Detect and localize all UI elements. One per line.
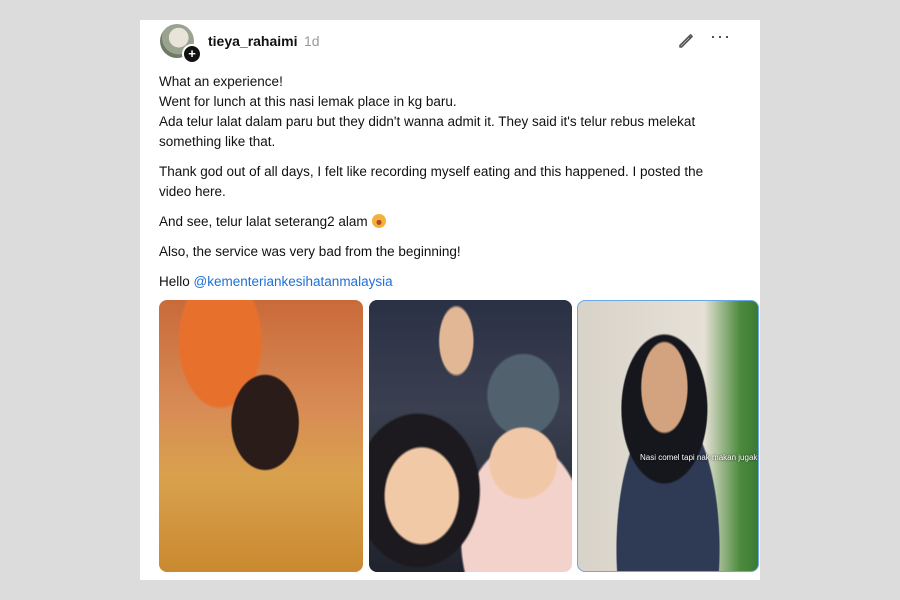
paragraph-text: Also, the service was very bad from the … <box>159 244 461 259</box>
more-options-icon[interactable]: ··· <box>710 26 731 47</box>
paragraph-text: What an experience! Went for lunch at th… <box>159 74 696 149</box>
photo-caption: Nasi comel tapi nak makan jugak <box>640 453 758 462</box>
post-card: + tieya_rahaimi 1d ··· What an experienc… <box>140 20 760 580</box>
photo-group-selfie[interactable] <box>369 300 572 572</box>
mention-link[interactable]: @kementeriankesihatanmalaysia <box>194 274 393 289</box>
hello-text: Hello <box>159 274 190 289</box>
username[interactable]: tieya_rahaimi <box>208 33 298 49</box>
post-header: + tieya_rahaimi 1d ··· <box>140 20 760 64</box>
post-paragraph-5: Hello @kementeriankesihatanmalaysia <box>159 272 739 292</box>
follow-plus-icon[interactable]: + <box>182 44 202 64</box>
post-paragraph-2: Thank god out of all days, I felt like r… <box>159 162 739 202</box>
pencil-icon[interactable] <box>676 31 696 51</box>
photo-food-closeup[interactable] <box>159 300 363 572</box>
photo-gallery: Nasi comel tapi nak makan jugak <box>159 300 759 572</box>
photo-selfie-hijab[interactable]: Nasi comel tapi nak makan jugak <box>577 300 759 572</box>
post-paragraph-1: What an experience! Went for lunch at th… <box>159 72 739 152</box>
post-paragraph-3: And see, telur lalat seterang2 alam <box>159 212 739 232</box>
pouting-face-emoji-icon <box>371 214 386 228</box>
paragraph-text: And see, telur lalat seterang2 alam <box>159 214 368 229</box>
paragraph-text: Thank god out of all days, I felt like r… <box>159 164 704 199</box>
post-body: What an experience! Went for lunch at th… <box>159 72 739 302</box>
post-timestamp: 1d <box>304 33 320 49</box>
post-paragraph-4: Also, the service was very bad from the … <box>159 242 739 262</box>
